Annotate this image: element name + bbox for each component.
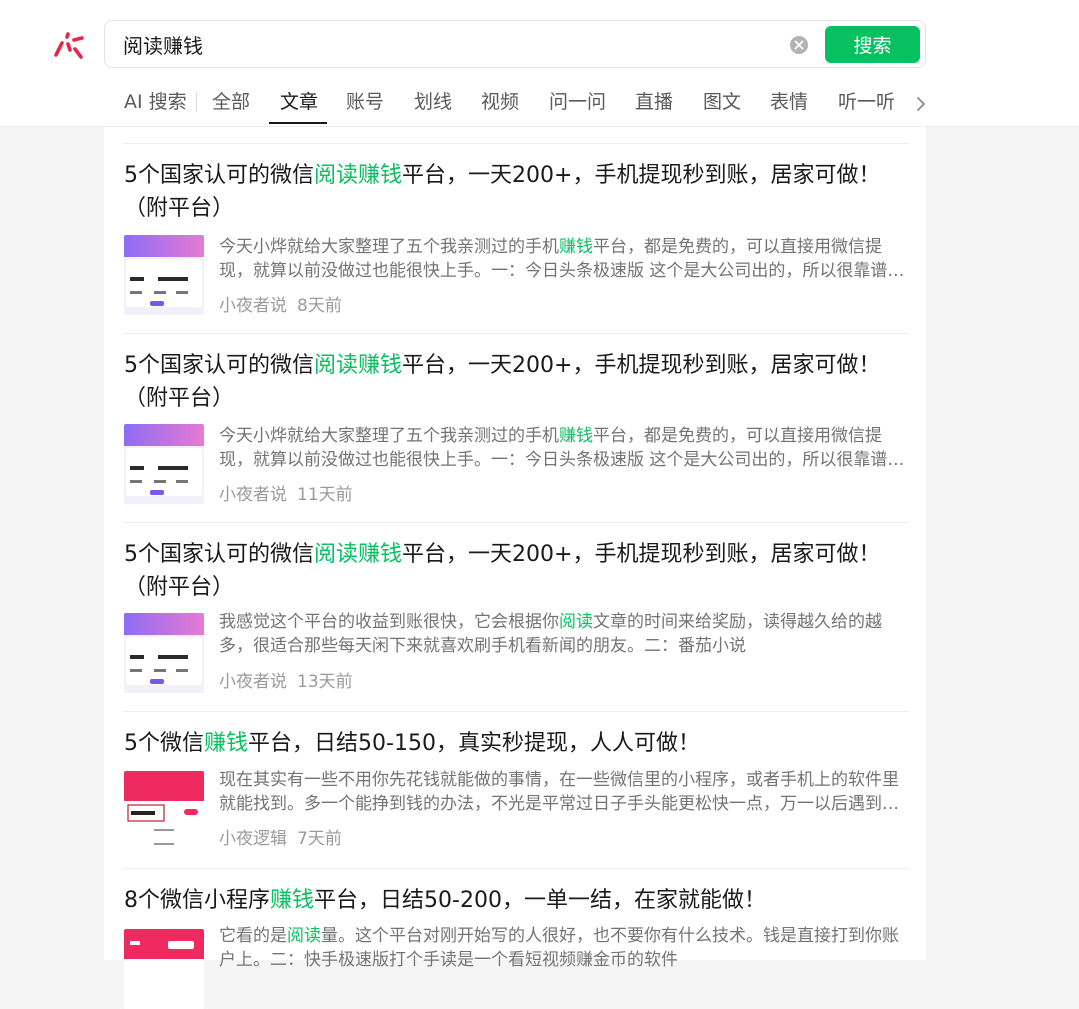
text-segment: 量。这个平台对刚开始写的人很好，也不要你有什么技术。钱是直接打到你账户上。二：快… bbox=[219, 926, 899, 970]
divider bbox=[124, 143, 908, 144]
result-meta: 小夜者说 11天前 bbox=[219, 480, 353, 505]
top-header: 搜索 AI 搜索 全部 文章 账号 划线 视频 问一问 直播 图文 表情 听一听 bbox=[0, 0, 1079, 127]
result-item[interactable]: 5个国家认可的微信阅读赚钱平台，一天200+，手机提现秒到账，居家可做！（附平台… bbox=[124, 349, 908, 529]
text-segment: 今天小烨就给大家整理了五个我亲测过的手机 bbox=[219, 237, 559, 257]
app-balance-screenshot-icon bbox=[124, 424, 204, 504]
result-meta: 小夜逻辑 7天前 bbox=[219, 824, 342, 849]
result-snippet: 它看的是阅读量。这个平台对刚开始写的人很好，也不要你有什么技术。钱是直接打到你账… bbox=[219, 924, 908, 972]
clear-icon[interactable] bbox=[789, 35, 809, 55]
result-item[interactable]: 5个国家认可的微信阅读赚钱平台，一天200+，手机提现秒到账，居家可做！（附平台… bbox=[124, 159, 908, 339]
keyword-highlight: 阅读赚钱 bbox=[314, 353, 403, 378]
search-box: 搜索 bbox=[104, 20, 926, 68]
result-source[interactable]: 小夜逻辑 bbox=[219, 829, 287, 849]
keyword-highlight: 阅读 bbox=[287, 926, 321, 946]
active-tab-indicator bbox=[269, 122, 327, 124]
text-segment: 我感觉这个平台的收益到账很快，它会根据你 bbox=[219, 612, 559, 632]
tab-image-text[interactable]: 图文 bbox=[703, 86, 741, 124]
text-segment: 它看的是 bbox=[219, 926, 287, 946]
text-segment: 5个微信 bbox=[124, 731, 204, 756]
result-title[interactable]: 5个微信赚钱平台，日结50-150，真实秒提现，人人可做！ bbox=[124, 727, 908, 760]
text-segment: 5个国家认可的微信 bbox=[124, 353, 314, 378]
keyword-highlight: 赚钱 bbox=[204, 731, 249, 756]
text-segment: 5个国家认可的微信 bbox=[124, 542, 314, 567]
result-item[interactable]: 5个微信赚钱平台，日结50-150，真实秒提现，人人可做！ 现在其实有一些不用你… bbox=[124, 727, 908, 867]
result-thumbnail[interactable] bbox=[124, 771, 204, 851]
result-item[interactable]: 8个微信小程序赚钱平台，日结50-200，一单一结，在家就能做！ 它看的是阅读量… bbox=[124, 884, 908, 1009]
search-button[interactable]: 搜索 bbox=[825, 26, 920, 63]
chevron-right-icon[interactable] bbox=[914, 94, 928, 114]
divider bbox=[124, 711, 908, 712]
divider bbox=[124, 868, 908, 869]
result-time: 8天前 bbox=[297, 296, 342, 316]
text-segment: 平台，日结50-150，真实秒提现，人人可做！ bbox=[248, 731, 700, 756]
app-balance-screenshot-icon bbox=[124, 613, 204, 693]
result-snippet: 今天小烨就给大家整理了五个我亲测过的手机赚钱平台，都是免费的，可以直接用微信提现… bbox=[219, 235, 908, 283]
result-item[interactable]: 5个国家认可的微信阅读赚钱平台，一天200+，手机提现秒到账，居家可做！（附平台… bbox=[124, 538, 908, 718]
result-source[interactable]: 小夜者说 bbox=[219, 485, 287, 505]
tab-listen[interactable]: 听一听 bbox=[838, 86, 895, 124]
result-title[interactable]: 8个微信小程序赚钱平台，日结50-200，一单一结，在家就能做！ bbox=[124, 884, 908, 917]
keyword-highlight: 赚钱 bbox=[559, 237, 593, 257]
tab-ask[interactable]: 问一问 bbox=[549, 86, 606, 124]
keyword-highlight: 赚钱 bbox=[270, 888, 315, 913]
result-thumbnail[interactable] bbox=[124, 424, 204, 504]
result-time: 7天前 bbox=[297, 829, 342, 849]
tab-articles[interactable]: 文章 bbox=[280, 86, 318, 124]
text-segment: 8个微信小程序 bbox=[124, 888, 270, 913]
keyword-highlight: 阅读赚钱 bbox=[314, 542, 403, 567]
app-balance-screenshot-icon bbox=[124, 235, 204, 315]
wallet-screenshot-icon bbox=[124, 771, 204, 851]
result-time: 11天前 bbox=[297, 485, 353, 505]
logo-icon[interactable] bbox=[52, 28, 86, 62]
tab-accounts[interactable]: 账号 bbox=[346, 86, 384, 124]
result-snippet: 我感觉这个平台的收益到账很快，它会根据你阅读文章的时间来给奖励，读得越久给的越多… bbox=[219, 610, 908, 658]
text-segment: 5个国家认可的微信 bbox=[124, 163, 314, 188]
tab-videos[interactable]: 视频 bbox=[481, 86, 519, 124]
wallet-screenshot-icon bbox=[124, 929, 204, 1009]
tab-ai-search[interactable]: AI 搜索 bbox=[124, 86, 187, 124]
result-thumbnail[interactable] bbox=[124, 929, 204, 1009]
result-thumbnail[interactable] bbox=[124, 235, 204, 315]
result-title[interactable]: 5个国家认可的微信阅读赚钱平台，一天200+，手机提现秒到账，居家可做！（附平台… bbox=[124, 349, 908, 415]
result-meta: 小夜者说 8天前 bbox=[219, 291, 342, 316]
result-title[interactable]: 5个国家认可的微信阅读赚钱平台，一天200+，手机提现秒到账，居家可做！（附平台… bbox=[124, 159, 908, 225]
divider bbox=[124, 333, 908, 334]
keyword-highlight: 阅读 bbox=[559, 612, 593, 632]
result-meta: 小夜者说 13天前 bbox=[219, 667, 353, 692]
result-snippet: 现在其实有一些不用你先花钱就能做的事情，在一些微信里的小程序，或者手机上的软件里… bbox=[219, 768, 908, 816]
result-time: 13天前 bbox=[297, 672, 353, 692]
divider bbox=[124, 522, 908, 523]
result-snippet: 今天小烨就给大家整理了五个我亲测过的手机赚钱平台，都是免费的，可以直接用微信提现… bbox=[219, 424, 908, 472]
result-title[interactable]: 5个国家认可的微信阅读赚钱平台，一天200+，手机提现秒到账，居家可做！（附平台… bbox=[124, 538, 908, 604]
tab-all[interactable]: 全部 bbox=[212, 86, 250, 124]
keyword-highlight: 阅读赚钱 bbox=[314, 163, 403, 188]
tab-stickers[interactable]: 表情 bbox=[770, 86, 808, 124]
result-thumbnail[interactable] bbox=[124, 613, 204, 693]
tab-separator bbox=[196, 92, 197, 112]
results-panel: 5个国家认可的微信阅读赚钱平台，一天200+，手机提现秒到账，居家可做！（附平台… bbox=[104, 127, 926, 1009]
text-segment: 现在其实有一些不用你先花钱就能做的事情，在一些微信里的小程序，或者手机上的软件里… bbox=[219, 770, 899, 814]
keyword-highlight: 赚钱 bbox=[559, 426, 593, 446]
text-segment: 平台，日结50-200，一单一结，在家就能做！ bbox=[314, 888, 766, 913]
text-segment: 今天小烨就给大家整理了五个我亲测过的手机 bbox=[219, 426, 559, 446]
tab-live[interactable]: 直播 bbox=[635, 86, 673, 124]
tab-highlights[interactable]: 划线 bbox=[414, 86, 452, 124]
result-source[interactable]: 小夜者说 bbox=[219, 296, 287, 316]
search-input[interactable] bbox=[123, 31, 763, 57]
result-source[interactable]: 小夜者说 bbox=[219, 672, 287, 692]
